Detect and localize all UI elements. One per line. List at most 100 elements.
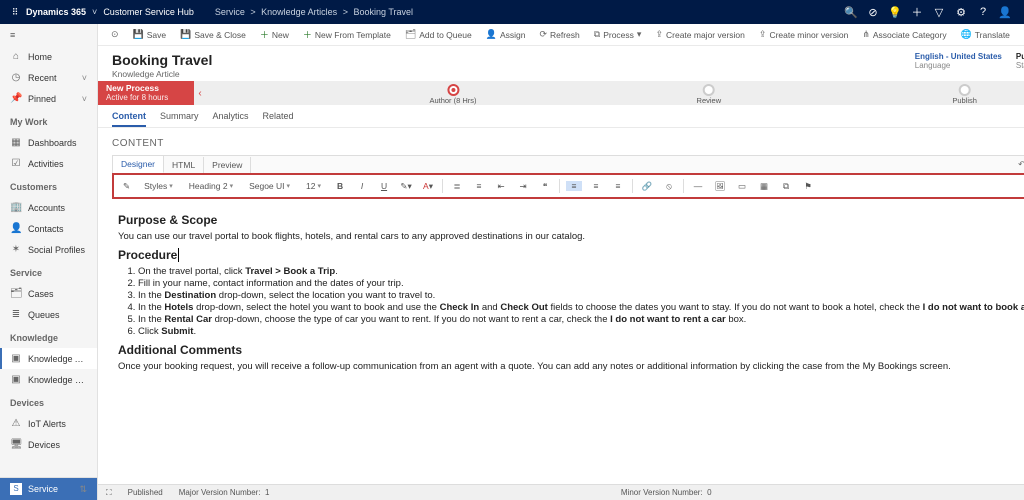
unlink-icon[interactable]: ⦸ [661, 181, 677, 192]
hr-icon[interactable]: — [690, 181, 706, 191]
bold-icon[interactable]: B [332, 181, 348, 191]
new-from-template-button[interactable]: ＋New From Template [298, 28, 396, 41]
fontcolor-icon[interactable]: A▾ [420, 181, 436, 192]
archive-button[interactable]: 🗄Archive [1019, 29, 1024, 40]
numbers-icon[interactable]: ≡ [471, 181, 487, 191]
refresh-button[interactable]: ⟳Refresh [534, 29, 584, 40]
bullets-icon[interactable]: ≣ [449, 181, 465, 192]
stage-publish[interactable]: Publish [952, 84, 977, 105]
undo-icon[interactable]: ↶ [1009, 156, 1024, 173]
brand[interactable]: Dynamics 365 [26, 7, 86, 17]
nav-devices[interactable]: 🖥Devices [0, 434, 97, 455]
crumb-service[interactable]: Service [215, 7, 245, 17]
highlight-icon[interactable]: ✎▾ [398, 181, 414, 192]
breadcrumb: Service > Knowledge Articles > Booking T… [212, 7, 416, 17]
nav-activities[interactable]: ☑Activities [0, 153, 97, 174]
heading-dropdown[interactable]: Heading 2 [184, 179, 238, 193]
tab-analytics[interactable]: Analytics [213, 111, 249, 127]
device-icon: 🖥 [10, 439, 22, 450]
tab-related[interactable]: Related [263, 111, 294, 127]
user-icon[interactable]: 👤 [994, 6, 1016, 19]
chevron-down-icon[interactable]: ˅ [82, 73, 87, 83]
tab-summary[interactable]: Summary [160, 111, 199, 127]
table-icon[interactable]: ▦ [756, 181, 772, 192]
search-icon[interactable]: 🔍 [840, 6, 862, 19]
chevron-left-icon[interactable]: ‹ [194, 81, 206, 105]
queue-icon: ≣ [10, 309, 22, 320]
nav-knowledge-search[interactable]: ▣Knowledge Search [0, 369, 97, 390]
crumb-ka[interactable]: Knowledge Articles [261, 7, 337, 17]
nav-iot-alerts[interactable]: ⚠IoT Alerts [0, 413, 97, 434]
italic-icon[interactable]: I [354, 181, 370, 191]
assign-button[interactable]: 👤Assign [481, 29, 531, 40]
add-to-queue-button[interactable]: 🗂Add to Queue [400, 29, 477, 40]
help-icon[interactable]: ? [972, 6, 994, 18]
hamburger-icon[interactable]: ≡ [0, 24, 97, 46]
process-flag[interactable]: New Process Active for 8 hours ‹ [98, 81, 206, 105]
status-label: Status Reason [1016, 61, 1024, 70]
new-button[interactable]: ＋New [255, 28, 294, 41]
fontsize-dropdown[interactable]: 12 [301, 179, 326, 193]
image-icon[interactable]: 🖼 [712, 181, 728, 192]
create-minor-button[interactable]: ⇪Create minor version [754, 29, 853, 40]
nav-area-switcher[interactable]: SService⇅ [0, 478, 97, 500]
indent-icon[interactable]: ⇥ [515, 181, 531, 192]
link-icon[interactable]: 🔗 [639, 181, 655, 192]
save-close-button[interactable]: 💾Save & Close [175, 29, 251, 40]
font-dropdown[interactable]: Segoe UI [244, 179, 295, 193]
case-icon: 🗂 [10, 288, 22, 299]
tab-content[interactable]: Content [112, 111, 146, 127]
nav-group-service: Service [0, 260, 97, 283]
rte-content[interactable]: Purpose & Scope You can use our travel p… [112, 199, 1024, 405]
embed-icon[interactable]: ⧉ [778, 181, 794, 192]
home-icon: ⌂ [10, 51, 22, 62]
crumb-record[interactable]: Booking Travel [353, 7, 413, 17]
task-icon[interactable]: ⊘ [862, 6, 884, 19]
clock-icon: ◷ [10, 72, 22, 83]
underline-icon[interactable]: U [376, 181, 392, 191]
associate-category-button[interactable]: ⋔Associate Category [857, 29, 951, 40]
nav-pinned[interactable]: 📌Pinned˅ [0, 88, 97, 109]
nav-social[interactable]: ✶Social Profiles [0, 239, 97, 260]
status-bar: ⛶ Published Major Version Number: 1 Mino… [98, 484, 1024, 500]
outdent-icon[interactable]: ⇤ [493, 181, 509, 192]
nav-accounts[interactable]: 🏢Accounts [0, 197, 97, 218]
chevron-down-icon[interactable]: ˅ [92, 7, 97, 17]
process-button[interactable]: ⧉Process ▾ [589, 29, 647, 40]
translate-button[interactable]: 🌐Translate [956, 29, 1015, 40]
align-right-icon[interactable]: ≡ [610, 181, 626, 191]
flag-icon[interactable]: ⚑ [800, 181, 816, 192]
editor-tab-html[interactable]: HTML [164, 157, 204, 173]
stage-author[interactable]: Author (8 Hrs) [429, 84, 476, 105]
editor-tab-preview[interactable]: Preview [204, 157, 251, 173]
align-left-icon[interactable]: ≡ [566, 181, 582, 191]
language-value[interactable]: English - United States [915, 52, 1002, 61]
nav-dashboards[interactable]: ▦Dashboards [0, 132, 97, 153]
nav-cases[interactable]: 🗂Cases [0, 283, 97, 304]
bulb-icon[interactable]: 💡 [884, 6, 906, 19]
plus-icon[interactable]: ＋ [906, 4, 928, 20]
nav-recent[interactable]: ◷Recent˅ [0, 67, 97, 88]
fullscreen-icon[interactable]: ⛶ [106, 488, 112, 498]
major-value: 1 [265, 488, 269, 497]
social-icon: ✶ [10, 244, 22, 255]
nav-knowledge-articles[interactable]: ▣Knowledge Articles [0, 348, 97, 369]
nav-queues[interactable]: ≣Queues [0, 304, 97, 325]
hub-name[interactable]: Customer Service Hub [103, 7, 194, 17]
stage-review[interactable]: Review [697, 84, 722, 105]
format-painter-icon[interactable]: ✎ [120, 181, 133, 192]
create-major-button[interactable]: ⇪Create major version [650, 29, 749, 40]
chevron-down-icon[interactable]: ˅ [82, 94, 87, 104]
editor-tab-designer[interactable]: Designer [113, 156, 164, 173]
filter-icon[interactable]: ▽ [928, 6, 950, 19]
gear-icon[interactable]: ⚙ [950, 6, 972, 19]
media-icon[interactable]: ▭ [734, 181, 750, 192]
save-button[interactable]: 💾Save [128, 29, 172, 40]
align-center-icon[interactable]: ≡ [588, 181, 604, 191]
nav-home[interactable]: ⌂Home [0, 46, 97, 67]
back-button[interactable]: ⊙ [106, 29, 124, 40]
nav-contacts[interactable]: 👤Contacts [0, 218, 97, 239]
app-launcher-icon[interactable]: ⠿ [8, 7, 22, 18]
quote-icon[interactable]: ❝ [537, 181, 553, 192]
styles-dropdown[interactable]: Styles [139, 179, 178, 193]
